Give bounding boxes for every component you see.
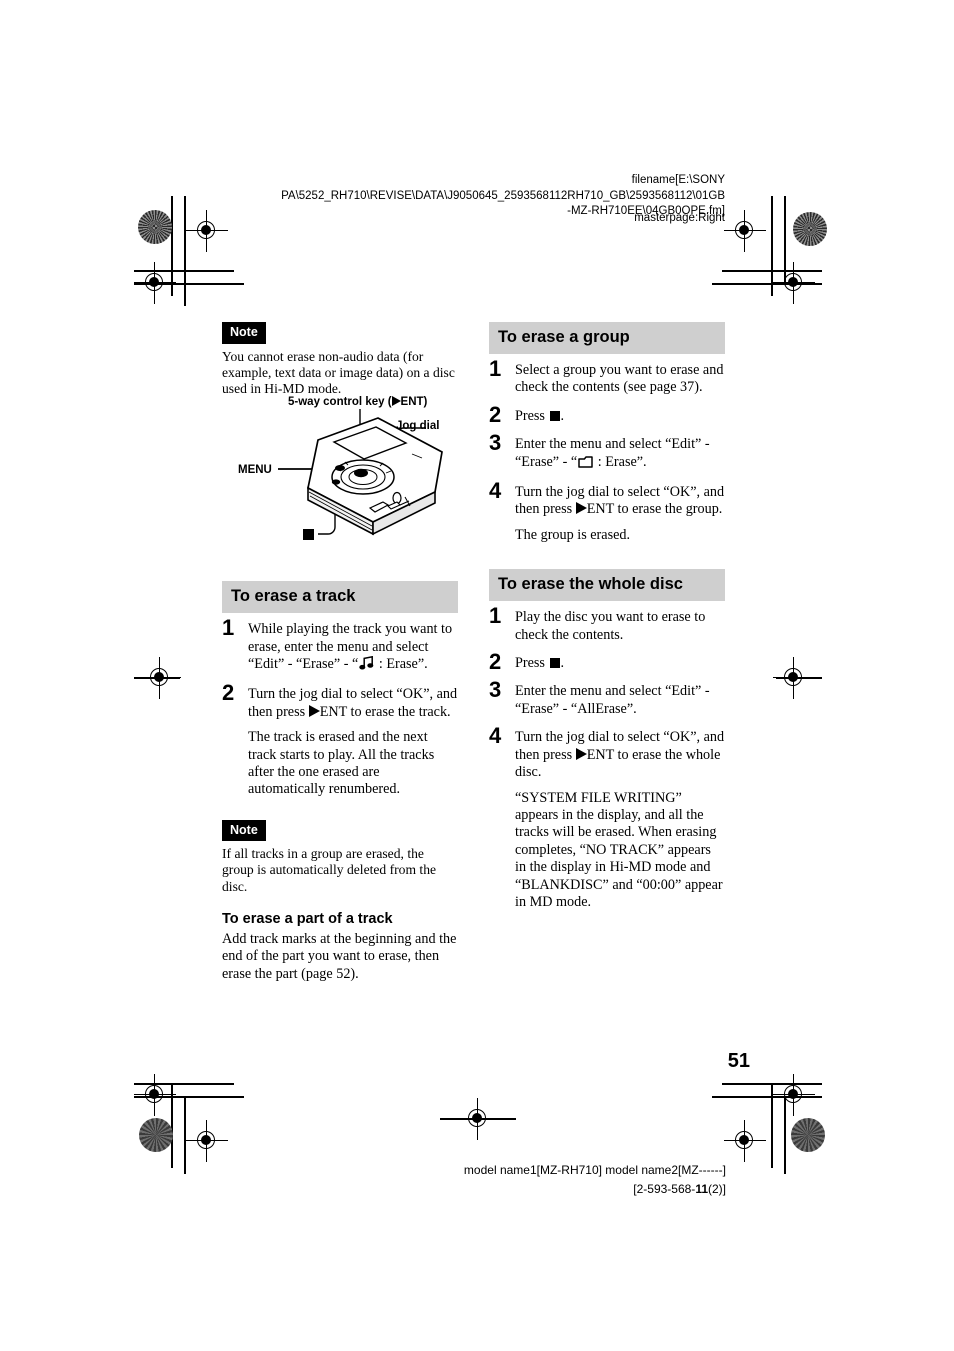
prepress-masterpage-label: masterpage:Right xyxy=(634,212,725,224)
prepress-filename-line1: filename[E:\SONY xyxy=(631,174,725,186)
footer-part-prefix: [2-593-568- xyxy=(633,1182,696,1196)
note-text: You cannot erase non-audio data (for exa… xyxy=(222,348,455,396)
step-result-text: “SYSTEM FILE WRITING” appears in the dis… xyxy=(515,789,723,910)
halftone-registration-dot xyxy=(793,212,827,246)
play-arrow-icon xyxy=(575,747,587,760)
step-item: 4 Turn the jog dial to select “OK”, and … xyxy=(489,480,725,544)
step-item: 2 Press . xyxy=(489,651,725,673)
section-heading-erase-track: To erase a track xyxy=(222,581,458,614)
group-folder-icon xyxy=(578,455,593,473)
registration-target xyxy=(186,1120,228,1162)
halftone-registration-dot xyxy=(138,210,172,244)
footer-model-line: model name1[MZ-RH710] model name2[MZ----… xyxy=(463,1163,726,1177)
step-number: 4 xyxy=(489,723,502,749)
subsection-heading-erase-part: To erase a part of a track xyxy=(222,910,393,927)
step-item: 3 Enter the menu and select “Edit” - “Er… xyxy=(489,432,725,473)
step-number: 3 xyxy=(489,430,502,456)
step-text: Play the disc you want to erase to check… xyxy=(515,609,706,643)
registration-target xyxy=(773,262,815,304)
step-item: 1 Select a group you want to erase and c… xyxy=(489,358,725,397)
registration-target xyxy=(724,1120,766,1162)
play-arrow-icon xyxy=(308,704,320,717)
step-number: 3 xyxy=(489,677,502,703)
step-text: Turn the jog dial to select “OK”, and th… xyxy=(515,484,725,519)
right-column: To erase a group 1 Select a group you wa… xyxy=(489,322,725,922)
footer-part-number: [2-593-568-11(2)] xyxy=(420,1180,726,1199)
step-text: Select a group you want to erase and che… xyxy=(515,362,724,396)
play-arrow-icon xyxy=(575,502,587,515)
step-text: While playing the track you want to eras… xyxy=(248,621,458,675)
step-text: Press . xyxy=(515,655,725,672)
note-block-1: Note You cannot erase non-audio data (fo… xyxy=(222,322,458,397)
step-item: 3 Enter the menu and select “Edit” - “Er… xyxy=(489,679,725,718)
registration-target xyxy=(134,1074,176,1116)
step-item: 4 Turn the jog dial to select “OK”, and … xyxy=(489,725,725,911)
step-text: Enter the menu and select “Edit” - “Eras… xyxy=(515,436,725,473)
registration-target xyxy=(773,1074,815,1116)
halftone-registration-dot xyxy=(139,1118,173,1152)
registration-target xyxy=(186,210,228,252)
footer-part-bold: 11 xyxy=(695,1182,708,1196)
play-arrow-icon xyxy=(391,396,401,406)
callout-5way-label-a: 5-way control key ( xyxy=(288,396,392,408)
note-badge: Note xyxy=(222,322,266,344)
step-text: Turn the jog dial to select “OK”, and th… xyxy=(515,729,725,781)
step-text-part-b: . xyxy=(560,407,565,424)
step-text: Enter the menu and select “Edit” - “Eras… xyxy=(515,683,710,717)
step-number: 1 xyxy=(489,603,502,629)
note-text: If all tracks in a group are erased, the… xyxy=(222,846,437,894)
step-item: 2 Press . xyxy=(489,403,725,425)
registration-target xyxy=(139,657,181,699)
step-number: 1 xyxy=(222,615,235,641)
step-text-part-a: Press xyxy=(515,407,549,424)
step-text: Press . xyxy=(515,408,725,425)
step-number: 2 xyxy=(489,401,502,427)
registration-target xyxy=(457,1098,499,1140)
section-heading-erase-group: To erase a group xyxy=(489,322,725,354)
step-text-part-b: : Erase”. xyxy=(594,453,647,470)
prepress-filename-line2: PA\5252_RH710\REVISE\DATA\J9050645_25935… xyxy=(281,189,725,202)
stop-square-icon xyxy=(303,529,314,540)
footer-part-suffix: (2)] xyxy=(708,1182,726,1196)
step-item: 2 Turn the jog dial to select “OK”, and … xyxy=(222,682,458,798)
callout-menu-button: MENU xyxy=(238,464,272,476)
stop-square-icon xyxy=(549,410,560,421)
step-item: 1 Play the disc you want to erase to che… xyxy=(489,605,725,644)
step-item: 1 While playing the track you want to er… xyxy=(222,617,458,675)
step-text-part-a: Press xyxy=(515,655,549,672)
prepress-footer: model name1[MZ-RH710] model name2[MZ----… xyxy=(420,1161,726,1199)
registration-target xyxy=(773,657,815,699)
note-block-2: Note If all tracks in a group are erased… xyxy=(222,819,458,895)
callout-jog-dial: Jog dial xyxy=(396,420,440,432)
step-text-part-b: . xyxy=(560,655,565,672)
stop-square-icon xyxy=(549,658,560,669)
callout-5way-label-b: ENT) xyxy=(400,396,428,408)
step-number: 2 xyxy=(222,680,235,706)
step-result-text: The group is erased. xyxy=(515,526,631,543)
step-number: 2 xyxy=(489,649,502,675)
step-number: 1 xyxy=(489,356,502,381)
step-text: Turn the jog dial to select “OK”, and th… xyxy=(248,686,458,721)
music-note-icon xyxy=(359,655,374,675)
note-badge: Note xyxy=(222,819,266,842)
callout-5way-control-key: 5-way control key ( ENT) xyxy=(288,396,427,409)
registration-target xyxy=(724,210,766,252)
page-number: 51 xyxy=(727,1050,750,1072)
step-text-part-b: ENT to erase the track. xyxy=(319,703,451,720)
registration-target xyxy=(134,262,176,304)
section-heading-erase-whole-disc: To erase the whole disc xyxy=(489,569,725,602)
step-text-part-b: ENT to erase the group. xyxy=(586,501,723,518)
subsection-body-erase-part: Add track marks at the beginning and the… xyxy=(222,930,457,982)
step-text-part-b: : Erase”. xyxy=(375,655,428,672)
halftone-registration-dot xyxy=(791,1118,825,1152)
device-illustration: 5-way control key ( ENT) Jog dial MENU xyxy=(230,396,466,556)
callout-stop-button xyxy=(302,529,315,543)
step-result-text: The track is erased and the next track s… xyxy=(248,729,435,798)
step-number: 4 xyxy=(489,478,502,504)
